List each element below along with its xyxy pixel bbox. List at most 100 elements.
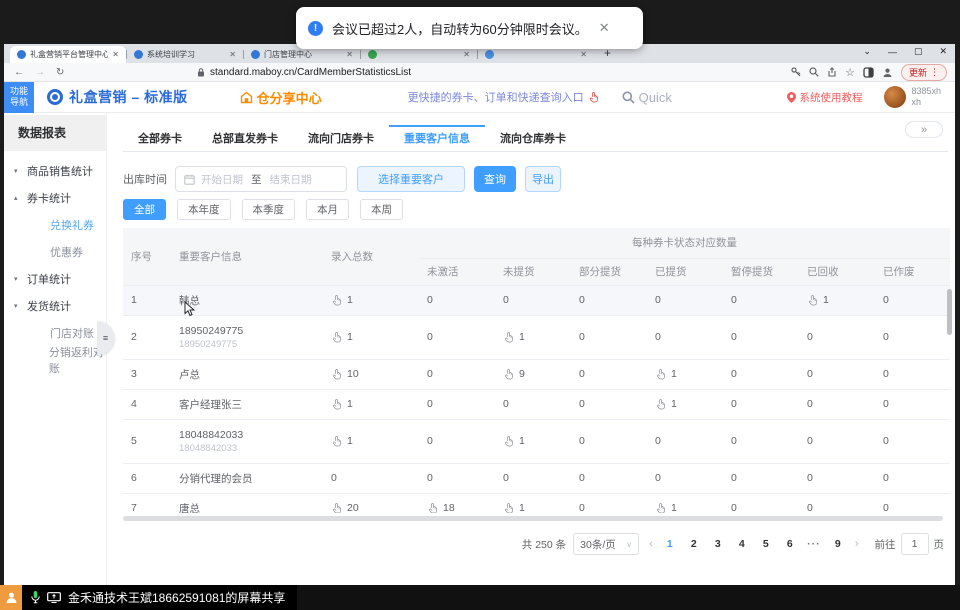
sidebar-item-gift-coupon[interactable]: 兑换礼券 (4, 211, 106, 238)
count-link[interactable]: 1 (655, 398, 715, 410)
quick-entry-link[interactable]: 更快捷的券卡、订单和快递查询入口 (408, 89, 600, 105)
end-date-placeholder[interactable]: 结束日期 (270, 172, 312, 187)
count-value: 1 (347, 294, 353, 306)
function-nav-button[interactable]: 功能 导航 (4, 82, 34, 113)
count-link[interactable]: 1 (503, 435, 563, 447)
count-link[interactable]: 1 (807, 294, 867, 306)
select-customer-button[interactable]: 选择重要客户 (357, 166, 465, 192)
bookmark-star-icon[interactable]: ☆ (845, 66, 855, 79)
reload-icon[interactable]: ↻ (56, 67, 64, 78)
start-date-placeholder[interactable]: 开始日期 (201, 172, 243, 187)
tab-close-icon[interactable]: ✕ (229, 50, 236, 59)
customer-name[interactable]: 18950249775 (179, 325, 315, 337)
sidebar-item-discount-coupon[interactable]: 优惠券 (4, 238, 106, 265)
browser-tab[interactable]: 礼盒营销平台管理中心 ✕ (10, 46, 126, 63)
window-close-icon[interactable]: ✕ (939, 46, 947, 57)
page-size-select[interactable]: 30条/页 ∨ (573, 533, 639, 555)
page-number-1[interactable]: 1 (663, 538, 677, 550)
sharer-avatar[interactable] (0, 585, 22, 610)
quick-filter-全部[interactable]: 全部 (123, 199, 166, 220)
vertical-scrollbar[interactable] (947, 289, 952, 335)
tab-流向门店券卡[interactable]: 流向门店券卡 (293, 125, 389, 151)
export-button[interactable]: 导出 (525, 166, 561, 192)
tab-close-icon[interactable]: ✕ (346, 50, 353, 59)
quick-search[interactable]: Quick (622, 90, 672, 105)
quick-filter-本季度[interactable]: 本季度 (242, 199, 296, 220)
count-link[interactable]: 1 (503, 502, 563, 513)
tutorial-link[interactable]: 系统使用教程 (787, 90, 862, 105)
date-range-input[interactable]: 开始日期 至 结束日期 (175, 166, 347, 192)
cell-count: 0 (495, 389, 571, 419)
count-link[interactable]: 1 (503, 331, 563, 343)
count-link[interactable]: 1 (331, 331, 411, 343)
count-link[interactable]: 10 (331, 368, 411, 380)
quick-filter-本周[interactable]: 本周 (360, 199, 403, 220)
forward-icon[interactable]: → (35, 67, 45, 78)
browser-menu-icon[interactable]: ⋮ (930, 67, 939, 78)
sidebar-item-order-stats[interactable]: ▾订单统计 (4, 265, 106, 292)
browser-tab-title: 礼盒营销平台管理中心 (30, 49, 108, 60)
quick-filter-本年度[interactable]: 本年度 (177, 199, 231, 220)
search-button[interactable]: 查询 (474, 166, 516, 192)
customer-name[interactable]: 客户经理张三 (179, 397, 315, 412)
sidebar-item-shipping-stats[interactable]: ▾发货统计 (4, 292, 106, 319)
browser-tab[interactable]: 系统培训学习✕ (127, 46, 243, 63)
sidebar-item-store-reconcile[interactable]: 门店对账 (4, 319, 106, 346)
page-number-2[interactable]: 2 (687, 538, 701, 550)
tab-流向仓库券卡[interactable]: 流向仓库券卡 (485, 125, 581, 151)
page-number-5[interactable]: 5 (759, 538, 773, 550)
customer-name[interactable]: 18048842033 (179, 429, 315, 441)
window-minimize-icon[interactable]: — (888, 47, 897, 57)
cell-count: 0 (875, 315, 950, 359)
page-number-9[interactable]: 9 (831, 538, 845, 550)
customer-name[interactable]: 卢总 (179, 367, 315, 382)
window-maximize-icon[interactable]: ▢ (914, 46, 923, 57)
count-link[interactable]: 20 (331, 502, 411, 513)
cell-count: 20 (323, 493, 419, 513)
user-block[interactable]: 8385xh xh (884, 86, 941, 108)
back-icon[interactable]: ← (14, 67, 24, 78)
count-link[interactable]: 1 (331, 294, 411, 306)
cell-count: 0 (875, 463, 950, 493)
extension-icon[interactable] (863, 67, 874, 78)
sidebar-item-card-stats[interactable]: ▴券卡统计 (4, 184, 106, 211)
customer-name[interactable]: 唐总 (179, 501, 315, 514)
customer-name[interactable]: 分销代理的会员 (179, 471, 315, 486)
count-link[interactable]: 1 (331, 435, 411, 447)
tab-close-icon[interactable]: ✕ (463, 50, 470, 59)
sidebar: 数据报表 ▾商品销售统计▴券卡统计兑换礼券优惠券▾订单统计▾发货统计门店对账分销… (4, 113, 107, 585)
omnibox[interactable]: standard.maboy.cn/CardMemberStatisticsLi… (197, 67, 411, 78)
zoom-icon[interactable] (809, 67, 819, 77)
count-link[interactable]: 1 (655, 368, 715, 380)
count-link[interactable]: 1 (331, 398, 411, 410)
count-link[interactable]: 18 (427, 502, 487, 513)
goto-page-input[interactable] (901, 533, 929, 555)
page-number-3[interactable]: 3 (711, 538, 725, 550)
profile-icon[interactable] (882, 67, 893, 78)
count-value: 1 (671, 368, 677, 380)
page-number-6[interactable]: 6 (783, 538, 797, 550)
horizontal-scrollbar[interactable] (123, 516, 943, 521)
panel-collapse-button[interactable]: » (905, 121, 943, 138)
cell-count: 0 (723, 463, 799, 493)
sidebar-item-rebate-reconcile[interactable]: 分销返利对账 (4, 346, 106, 373)
quick-filter-本月[interactable]: 本月 (306, 199, 349, 220)
share-center-link[interactable]: 仓分享中心 (240, 88, 322, 107)
key-icon[interactable] (791, 67, 801, 77)
prev-page-button[interactable]: ‹ (646, 538, 656, 550)
next-page-button[interactable]: › (852, 538, 862, 550)
count-link[interactable]: 9 (503, 368, 563, 380)
tab-全部券卡[interactable]: 全部券卡 (123, 125, 197, 151)
tab-总部直发券卡[interactable]: 总部直发券卡 (197, 125, 293, 151)
toast-close-icon[interactable]: ✕ (599, 20, 610, 36)
update-button[interactable]: 更新 ⋮ (901, 64, 947, 81)
page-number-4[interactable]: 4 (735, 538, 749, 550)
sidebar-item-goods-sales[interactable]: ▾商品销售统计 (4, 157, 106, 184)
tab-close-icon[interactable]: ✕ (580, 50, 587, 59)
customer-name[interactable]: 韩总 (179, 293, 315, 308)
window-menu-chevron-icon[interactable]: ⌄ (863, 46, 871, 57)
share-icon[interactable] (827, 67, 837, 77)
count-link[interactable]: 1 (655, 502, 715, 513)
tab-重要客户信息[interactable]: 重要客户信息 (389, 125, 485, 151)
tab-close-icon[interactable]: ✕ (112, 50, 119, 59)
